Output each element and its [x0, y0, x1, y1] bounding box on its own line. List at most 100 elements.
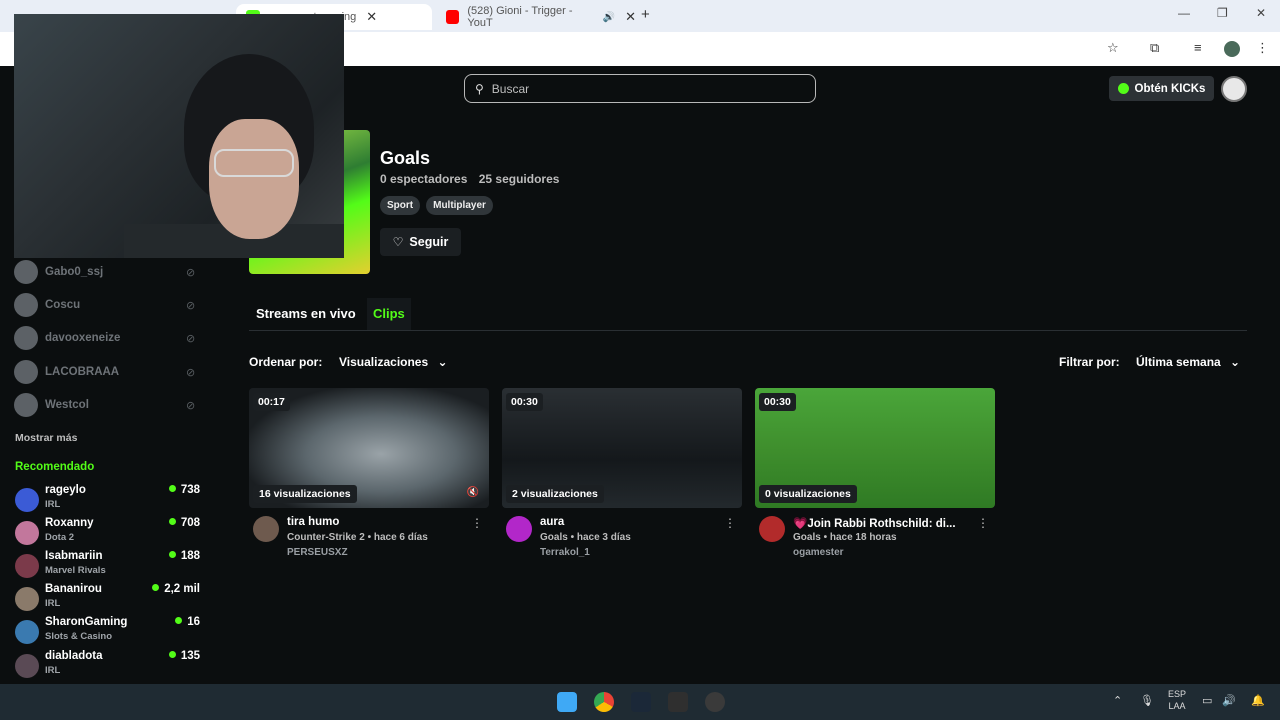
more-options-icon[interactable]: ⋮: [977, 516, 989, 530]
chrome-menu-icon[interactable]: ⋮: [1256, 40, 1269, 56]
follow-label: Seguir: [409, 235, 449, 249]
sort-dropdown[interactable]: Visualizaciones ⌄: [339, 355, 448, 369]
tab-live-streams[interactable]: Streams en vivo: [256, 306, 356, 321]
recommended-item[interactable]: diabladota IRL 135: [15, 650, 205, 682]
more-options-icon[interactable]: ⋮: [724, 516, 736, 530]
filter-value: Última semana: [1136, 355, 1221, 369]
clip-title[interactable]: tira humo: [287, 516, 467, 528]
clip-card[interactable]: 00:17 16 visualizaciones 🔇 tira humo Cou…: [249, 388, 489, 558]
clip-views: 0 visualizaciones: [759, 485, 857, 503]
clip-thumbnail[interactable]: 00:30 2 visualizaciones: [502, 388, 742, 508]
sidebar-item-label: LACOBRAAA: [45, 366, 120, 378]
offline-icon: ⊘: [186, 333, 196, 345]
notification-bell-icon[interactable]: 🔔: [1251, 694, 1265, 707]
channel-tabs: Streams en vivo Clips: [249, 296, 1247, 331]
clip-user[interactable]: ogamester: [793, 547, 844, 558]
offline-icon: ⊘: [186, 367, 196, 379]
steam-icon[interactable]: [631, 692, 651, 712]
clip-title[interactable]: aura: [540, 516, 720, 528]
sidebar-item[interactable]: davooxeneize: [14, 326, 120, 350]
speaker-icon: 🔊: [602, 11, 616, 23]
muted-icon[interactable]: 🔇: [467, 487, 479, 498]
clip-duration: 00:30: [759, 393, 796, 411]
microphone-icon[interactable]: 🎙: [1140, 694, 1154, 707]
new-tab-button[interactable]: +: [641, 6, 650, 23]
media-control-icon[interactable]: ≡: [1194, 40, 1202, 55]
avatar: [14, 393, 38, 417]
tag-sport[interactable]: Sport: [380, 196, 421, 215]
heart-icon: ♡: [392, 235, 404, 249]
channel-category: IRL: [45, 598, 61, 609]
epic-games-icon[interactable]: [668, 692, 688, 712]
user-avatar[interactable]: [1221, 76, 1247, 102]
profile-avatar-icon[interactable]: [1224, 41, 1240, 57]
recommended-item[interactable]: Bananirou IRL 2,2 mil: [15, 583, 205, 615]
clip-card[interactable]: 00:30 0 visualizaciones 💗Join Rabbi Roth…: [755, 388, 995, 558]
tab-clips[interactable]: Clips: [367, 298, 411, 330]
maximize-icon[interactable]: ❐: [1217, 6, 1228, 20]
volume-icon[interactable]: 🔊: [1222, 694, 1236, 707]
recommended-item[interactable]: rageylo IRL 738: [15, 484, 205, 516]
viewer-count: 135: [169, 650, 200, 662]
app-icon[interactable]: [705, 692, 725, 712]
minimize-icon[interactable]: —: [1178, 6, 1190, 20]
clip-thumbnail[interactable]: 00:17 16 visualizaciones 🔇: [249, 388, 489, 508]
recommended-item[interactable]: SharonGaming Slots & Casino 16: [15, 616, 205, 648]
kick-coin-icon: [1117, 83, 1129, 94]
close-tab-icon[interactable]: ✕: [625, 9, 636, 25]
close-tab-icon[interactable]: ✕: [366, 9, 377, 25]
recommended-item[interactable]: Isabmariin Marvel Rivals 188: [15, 550, 205, 582]
channel-tags: Sport Multiplayer: [380, 196, 493, 215]
follow-button[interactable]: ♡ Seguir: [380, 228, 461, 256]
sidebar-item[interactable]: Westcol: [14, 393, 89, 417]
channel-name: SharonGaming: [45, 616, 128, 628]
clip-thumbnail[interactable]: 00:30 0 visualizaciones: [755, 388, 995, 508]
more-options-icon[interactable]: ⋮: [471, 516, 483, 530]
avatar: [15, 587, 39, 611]
bookmark-star-icon[interactable]: ☆: [1107, 40, 1119, 56]
avatar: [14, 326, 38, 350]
network-icon[interactable]: ▭: [1202, 694, 1212, 707]
clip-views: 2 visualizaciones: [506, 485, 604, 503]
browser-tab-youtube[interactable]: (528) Gioni - Trigger - YouT 🔊 ✕: [436, 4, 636, 30]
channel-name: Roxanny: [45, 517, 94, 529]
followers-count: 25 seguidores: [478, 172, 560, 186]
sidebar-item[interactable]: Coscu: [14, 293, 80, 317]
sidebar-item[interactable]: Gabo0_ssj: [14, 260, 103, 284]
language-indicator[interactable]: ESP LAA: [1168, 688, 1186, 712]
show-more-link[interactable]: Mostrar más: [15, 432, 77, 444]
recommended-item[interactable]: Roxanny Dota 2 708: [15, 517, 205, 549]
search-icon: ⚲: [475, 81, 484, 96]
channel-category: Dota 2: [45, 532, 75, 543]
clip-duration: 00:17: [253, 393, 290, 411]
clip-user[interactable]: PERSEUSXZ: [287, 547, 348, 558]
avatar: [15, 620, 39, 644]
channel-category: Slots & Casino: [45, 631, 113, 642]
get-kicks-button[interactable]: Obtén KICKs: [1109, 76, 1214, 101]
channel-stats: 0 espectadores 25 seguidores: [380, 172, 567, 186]
filter-dropdown[interactable]: Última semana ⌄: [1136, 355, 1240, 369]
extensions-icon[interactable]: ⧉: [1150, 40, 1159, 56]
sort-label: Ordenar por:: [249, 355, 323, 369]
tray-chevron-icon[interactable]: ⌃: [1113, 694, 1122, 707]
sort-value: Visualizaciones: [339, 355, 429, 369]
sidebar-item[interactable]: LACOBRAAA: [14, 360, 119, 384]
chrome-icon[interactable]: [594, 692, 614, 712]
viewer-count: 16: [175, 616, 200, 628]
sidebar-item-label: Gabo0_ssj: [45, 266, 104, 278]
clip-user[interactable]: Terrakol_1: [540, 547, 590, 558]
channel-category: Marvel Rivals: [45, 565, 106, 576]
close-window-icon[interactable]: ✕: [1256, 6, 1266, 20]
kicks-label: Obtén KICKs: [1134, 82, 1206, 95]
search-input[interactable]: ⚲ Buscar: [464, 74, 816, 103]
windows-start-icon[interactable]: [557, 692, 577, 712]
clip-card[interactable]: 00:30 2 visualizaciones aura Goals • hac…: [502, 388, 742, 558]
channel-name: rageylo: [45, 484, 86, 496]
recommended-heading: Recomendado: [15, 461, 95, 473]
tag-multiplayer[interactable]: Multiplayer: [426, 196, 493, 215]
clip-title[interactable]: 💗Join Rabbi Rothschild: di...: [793, 516, 973, 530]
windows-taskbar: ⌃ 🎙 ESP LAA ▭ 🔊 🔔: [0, 684, 1280, 720]
clip-views: 16 visualizaciones: [253, 485, 357, 503]
lang-top: ESP: [1168, 689, 1187, 699]
filter-label: Filtrar por:: [1059, 355, 1120, 369]
